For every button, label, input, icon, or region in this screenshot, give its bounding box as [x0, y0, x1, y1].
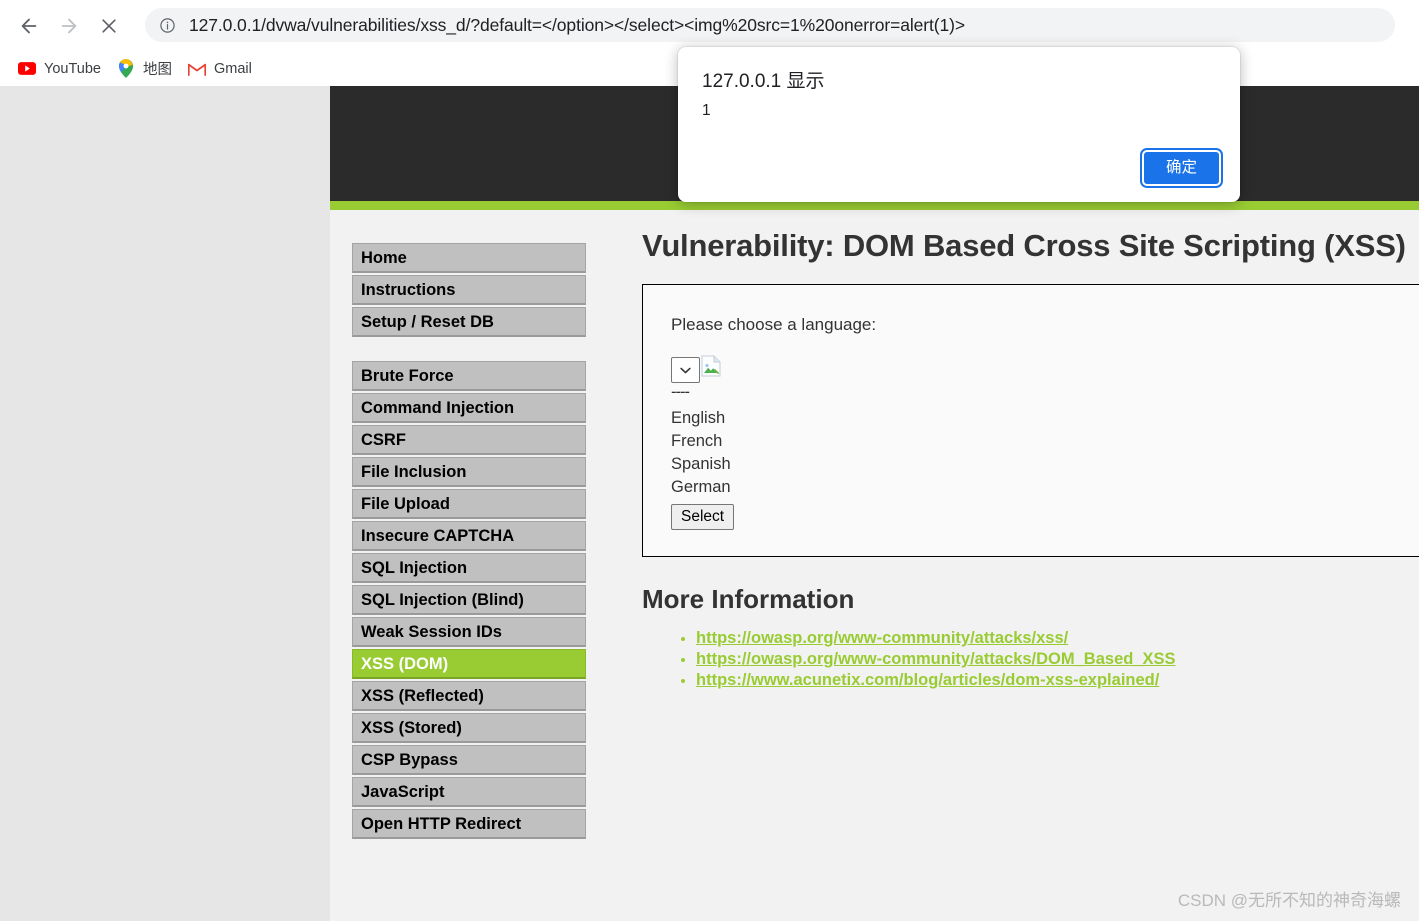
sidebar-item-weak-session-ids[interactable]: Weak Session IDs — [352, 617, 586, 647]
vulnerability-panel: Please choose a language: ---- English F… — [642, 284, 1419, 557]
more-info-link-owasp-xss[interactable]: https://owasp.org/www-community/attacks/… — [696, 629, 1068, 647]
list-item: https://owasp.org/www-community/attacks/… — [696, 650, 1419, 669]
leaked-options-list: English French Spanish German — [671, 407, 1419, 499]
language-select[interactable] — [671, 357, 700, 383]
sidebar-item-xss-reflected[interactable]: XSS (Reflected) — [352, 681, 586, 711]
address-bar[interactable]: 127.0.0.1/dvwa/vulnerabilities/xss_d/?de… — [145, 8, 1395, 42]
leaked-option-spanish: Spanish — [671, 455, 731, 473]
csdn-watermark: CSDN @无所不知的神奇海螺 — [1177, 891, 1401, 910]
back-button[interactable] — [12, 9, 46, 43]
select-submit-button[interactable]: Select — [671, 504, 735, 530]
google-maps-pin-icon — [117, 59, 135, 78]
select-row — [671, 355, 1419, 383]
dialog-ok-button[interactable]: 确定 — [1139, 148, 1224, 188]
bookmark-maps[interactable]: 地图 — [113, 56, 180, 82]
info-circle-icon[interactable] — [157, 15, 177, 35]
bookmark-label: YouTube — [44, 60, 101, 77]
sidebar-item-sql-injection[interactable]: SQL Injection — [352, 553, 586, 583]
bookmark-youtube[interactable]: YouTube — [14, 56, 109, 82]
sidebar-item-home[interactable]: Home — [352, 243, 586, 273]
page-title: Vulnerability: DOM Based Cross Site Scri… — [642, 228, 1406, 263]
bookmark-label: Gmail — [213, 60, 252, 77]
sidebar-group-primary: Home Instructions Setup / Reset DB — [352, 243, 586, 337]
sidebar-item-command-injection[interactable]: Command Injection — [352, 393, 586, 423]
sidebar-item-open-http-redirect[interactable]: Open HTTP Redirect — [352, 809, 586, 839]
gmail-icon — [187, 60, 206, 78]
browser-toolbar: 127.0.0.1/dvwa/vulnerabilities/xss_d/?de… — [0, 0, 1419, 51]
stop-loading-button[interactable] — [92, 9, 126, 43]
main-content: Vulnerability: DOM Based Cross Site Scri… — [642, 228, 1419, 692]
back-arrow-icon — [21, 18, 37, 33]
sidebar-item-instructions[interactable]: Instructions — [352, 275, 586, 305]
more-info-link-owasp-dom-xss[interactable]: https://owasp.org/www-community/attacks/… — [696, 650, 1176, 668]
leaked-option-french: French — [671, 432, 723, 450]
sidebar-item-setup-reset-db[interactable]: Setup / Reset DB — [352, 307, 586, 337]
more-information-heading: More Information — [642, 584, 855, 614]
language-prompt: Please choose a language: — [671, 315, 877, 334]
language-form: ---- English French Spanish German Selec… — [671, 355, 1419, 530]
sidebar-item-file-inclusion[interactable]: File Inclusion — [352, 457, 586, 487]
sidebar-item-javascript[interactable]: JavaScript — [352, 777, 586, 807]
sidebar-item-file-upload[interactable]: File Upload — [352, 489, 586, 519]
sidebar-item-insecure-captcha[interactable]: Insecure CAPTCHA — [352, 521, 586, 551]
address-bar-url: 127.0.0.1/dvwa/vulnerabilities/xss_d/?de… — [189, 14, 965, 35]
sidebar-group-vulnerabilities: Brute Force Command Injection CSRF File … — [352, 361, 586, 839]
bookmark-gmail[interactable]: Gmail — [184, 56, 260, 82]
forward-arrow-icon — [61, 18, 77, 33]
chevron-down-icon — [680, 367, 691, 373]
javascript-alert-dialog: 127.0.0.1 显示 1 确定 — [678, 47, 1240, 202]
leaked-option-english: English — [671, 409, 726, 427]
dvwa-body: Home Instructions Setup / Reset DB Brute… — [330, 210, 1419, 921]
youtube-icon — [18, 60, 36, 78]
list-item: https://owasp.org/www-community/attacks/… — [696, 629, 1419, 648]
page-viewport: Home Instructions Setup / Reset DB Brute… — [0, 86, 1419, 921]
close-x-icon — [102, 18, 116, 33]
forward-button[interactable] — [52, 9, 86, 43]
broken-image-icon — [701, 355, 721, 377]
sidebar-item-brute-force[interactable]: Brute Force — [352, 361, 586, 391]
list-item: https://www.acunetix.com/blog/articles/d… — [696, 671, 1419, 690]
sidebar-item-csp-bypass[interactable]: CSP Bypass — [352, 745, 586, 775]
bookmark-label: 地图 — [142, 62, 172, 78]
dvwa-page: Home Instructions Setup / Reset DB Brute… — [330, 86, 1419, 921]
dialog-title: 127.0.0.1 显示 — [702, 71, 825, 92]
more-information-list: https://owasp.org/www-community/attacks/… — [642, 629, 1419, 690]
more-info-link-acunetix[interactable]: https://www.acunetix.com/blog/articles/d… — [696, 671, 1159, 689]
sidebar-navigation: Home Instructions Setup / Reset DB Brute… — [352, 243, 586, 863]
sidebar-item-csrf[interactable]: CSRF — [352, 425, 586, 455]
sidebar-item-sql-injection-blind[interactable]: SQL Injection (Blind) — [352, 585, 586, 615]
leaked-option-german: German — [671, 478, 731, 496]
sidebar-item-xss-dom[interactable]: XSS (DOM) — [352, 649, 586, 679]
sidebar-item-xss-stored[interactable]: XSS (Stored) — [352, 713, 586, 743]
dialog-message: 1 — [702, 102, 711, 119]
leaked-separator: ---- — [671, 383, 690, 401]
